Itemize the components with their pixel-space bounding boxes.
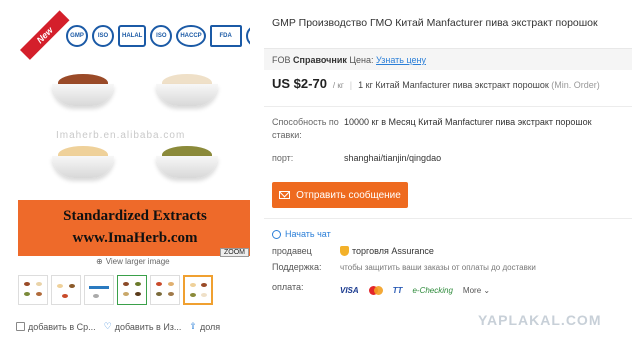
visa-icon: VISA [340, 286, 359, 295]
bowl-beige-powder [52, 142, 114, 178]
bowl-green-powder [156, 142, 218, 178]
iso-logo-2: ISO [150, 25, 173, 47]
compare-label: добавить в Ср... [28, 321, 96, 332]
thumbnail-1[interactable] [18, 275, 48, 305]
trade-assurance-label: торговля Assurance [352, 246, 434, 256]
magnifier-icon: ⊕ [96, 257, 103, 266]
fob-reference: Справочник [293, 55, 347, 65]
qs-logo: QS [245, 25, 250, 47]
chat-icon [272, 229, 281, 239]
certification-logos: GMP ISO HALAL ISO HACCP FDA QS [66, 24, 250, 48]
port-label: порт: [272, 153, 294, 163]
banner-title: Standardized Extracts [63, 208, 207, 224]
price-separator: | [349, 80, 353, 90]
product-actions: добавить в Ср... ♡ добавить в Из... ⇪ до… [16, 321, 220, 332]
support-label: Поддержка: [272, 262, 322, 272]
more-label: More [462, 286, 482, 295]
fob-prefix: FOB [272, 55, 291, 65]
iso-logo: ISO [92, 25, 114, 47]
min-order-value: 1 кг Китай Manfacturer пива экстракт пор… [358, 80, 549, 90]
send-message-button[interactable]: Отправить сообщение [272, 182, 408, 208]
favorites-label: добавить в Из... [114, 321, 182, 332]
more-payment-dropdown[interactable]: More ⌄ [463, 286, 490, 295]
envelope-icon [279, 191, 291, 199]
payment-label: оплата: [272, 282, 304, 292]
add-to-compare[interactable]: добавить в Ср... [16, 322, 96, 332]
promo-banner: Standardized Extracts www.ImaHerb.com [18, 200, 250, 256]
shield-icon [340, 246, 349, 256]
divider [264, 218, 632, 219]
bowl-cream-powder [156, 70, 218, 106]
thumbnail-2[interactable] [51, 275, 81, 305]
price-unit: / кг [332, 81, 344, 90]
seller-label: продавец [272, 246, 312, 256]
thumbnail-5[interactable] [150, 275, 180, 305]
compare-checkbox[interactable] [16, 322, 25, 331]
get-price-link[interactable]: Узнать цену [376, 55, 426, 65]
fob-price-row: FOB Справочник Цена: Узнать цену [264, 48, 632, 70]
fda-logo: FDA [209, 25, 242, 47]
mastercard-icon [368, 286, 383, 295]
banner-url: www.ImaHerb.com [72, 230, 198, 246]
trade-assurance[interactable]: торговля Assurance [340, 246, 434, 256]
price-row: US $2-70 / кг | 1 кг Китай Manfacturer п… [272, 76, 600, 91]
haccp-logo: HACCP [176, 25, 206, 47]
supply-ability-label: Способность по ставки: [272, 117, 339, 140]
main-product-image[interactable]: New GMP ISO HALAL ISO HACCP FDA QS Imahe… [16, 8, 250, 256]
view-larger-link[interactable]: ⊕ View larger image [96, 257, 170, 266]
product-title: GMP Производство ГМО Китай Manfacturer п… [272, 17, 598, 29]
thumbnail-3[interactable] [84, 275, 114, 305]
thumbnail-4[interactable] [117, 275, 147, 305]
thumbnail-strip [18, 275, 213, 305]
thumbnail-6[interactable] [183, 275, 213, 305]
payment-methods: VISA TT e-Checking More ⌄ [340, 286, 490, 295]
echecking-icon: e-Checking [412, 286, 453, 295]
support-value: чтобы защитить ваши заказы от оплаты до … [340, 263, 536, 272]
supply-ability-value: 10000 кг в Месяц Китай Manfacturer пива … [344, 117, 592, 127]
min-order-note: (Min. Order) [551, 80, 600, 90]
halal-logo: HALAL [118, 25, 147, 47]
divider [264, 106, 632, 107]
min-order: 1 кг Китай Manfacturer пива экстракт пор… [358, 80, 600, 90]
site-watermark: YAPLAKAL.COM [478, 312, 602, 328]
new-badge: New [20, 10, 70, 60]
tt-icon: TT [392, 286, 403, 295]
share-button[interactable]: ⇪ доля [189, 321, 220, 332]
product-details: GMP Производство ГМО Китай Manfacturer п… [264, 8, 632, 295]
bowl-red-powder [52, 70, 114, 106]
gmp-logo: GMP [66, 25, 88, 47]
send-message-label: Отправить сообщение [296, 189, 401, 201]
chevron-down-icon: ⌄ [483, 286, 491, 295]
add-to-favorites[interactable]: ♡ добавить в Из... [104, 321, 182, 332]
fob-price-label: Цена: [349, 55, 374, 65]
start-chat-label: Начать чат [285, 229, 331, 239]
start-chat-link[interactable]: Начать чат [272, 229, 331, 239]
heart-icon: ♡ [103, 321, 112, 331]
product-gallery: New GMP ISO HALAL ISO HACCP FDA QS Imahe… [14, 8, 254, 348]
share-icon: ⇪ [189, 321, 197, 331]
image-watermark: Imaherb.en.alibaba.com [56, 130, 186, 141]
zoom-label[interactable]: ZOOM [220, 248, 249, 257]
view-larger-label: View larger image [105, 257, 170, 266]
price-value: US $2-70 [272, 76, 327, 91]
share-label: доля [199, 321, 221, 332]
port-value: shanghai/tianjin/qingdao [344, 153, 442, 163]
